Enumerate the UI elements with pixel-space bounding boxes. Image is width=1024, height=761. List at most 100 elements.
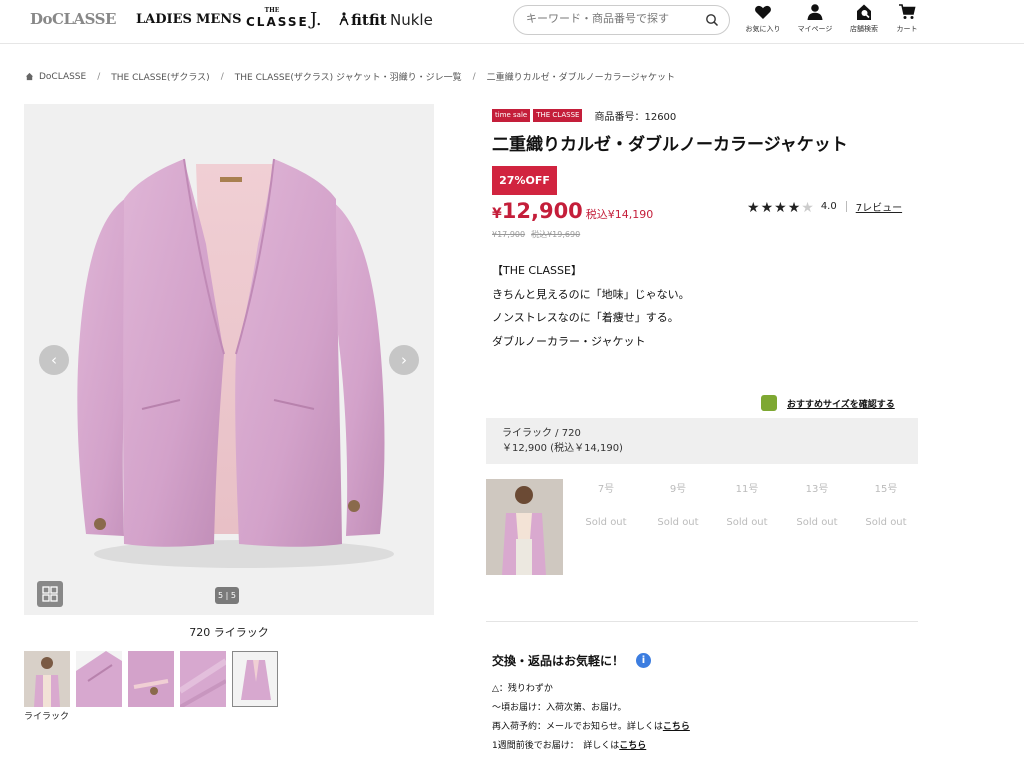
breadcrumb-separator: / xyxy=(472,71,476,82)
brand-badge: THE CLASSE xyxy=(533,109,583,122)
description-line: きちんと見えるのに「地味」じゃない。 xyxy=(492,287,690,301)
original-price-tax: 税込¥19,690 xyxy=(531,230,581,239)
breadcrumb-item[interactable]: DoCLASSE xyxy=(39,72,86,82)
size-status: Sold out xyxy=(585,517,627,528)
chevron-left-icon: ‹ xyxy=(51,351,57,369)
cart-link[interactable]: カート xyxy=(879,3,935,34)
favorites-link[interactable]: お気に入り xyxy=(735,3,791,34)
thumbnail-jacket-selected[interactable] xyxy=(232,651,278,707)
rating-divider xyxy=(845,201,847,212)
user-icon xyxy=(807,4,823,20)
nav-fitfit[interactable]: fitfit xyxy=(338,11,387,29)
next-image-button[interactable]: › xyxy=(389,345,419,375)
store-search-icon xyxy=(857,4,871,20)
size-label: 15号 xyxy=(874,484,898,495)
fabric-thumb-image xyxy=(180,651,226,707)
product-rating: ★★★★★ 4.0 7レビュー xyxy=(747,197,902,216)
brand-classe-bottom: CLASSE xyxy=(246,15,309,29)
color-price: ￥12,900 (税込￥14,190) xyxy=(502,443,623,454)
size-option-13[interactable]: 13号 Sold out xyxy=(782,480,852,528)
search-icon[interactable] xyxy=(705,13,719,27)
breadcrumb-current: 二重織りカルゼ・ダブルノーカラージャケット xyxy=(486,73,676,83)
size-guide-icon xyxy=(761,395,777,411)
jacket-image xyxy=(77,158,394,568)
delivery-details-link[interactable]: こちら xyxy=(619,741,646,751)
size-recommend-label: おすすめサイズを確認する xyxy=(787,399,895,410)
original-price: ¥17,900 税込¥19,690 xyxy=(492,229,586,240)
size-option-7[interactable]: 7号 Sold out xyxy=(571,480,641,528)
site-logo[interactable]: DoCLASSE xyxy=(30,10,116,28)
size-option-9[interactable]: 9号 Sold out xyxy=(643,480,713,528)
price-with-tax: 税込¥14,190 xyxy=(585,208,654,221)
note-line: △：残りわずか xyxy=(492,684,553,694)
note-text: 1週間前後でお届け： 詳しくは xyxy=(492,741,620,751)
color-swatch-image[interactable] xyxy=(486,479,563,575)
restock-details-link[interactable]: こちら xyxy=(663,722,690,732)
site-header: DoCLASSE LADIES MENS THE CLASSE J. fitfi… xyxy=(0,0,1024,44)
size-label: 9号 xyxy=(669,484,687,495)
star-filled-icon: ★ xyxy=(774,200,787,216)
reviews-link[interactable]: 7レビュー xyxy=(856,199,902,214)
cart-label: カート xyxy=(896,25,918,33)
size-status: Sold out xyxy=(865,517,907,528)
product-description: 【THE CLASSE】 きちんと見えるのに「地味」じゃない。 ノンストレスなの… xyxy=(492,259,690,353)
size-label: 11号 xyxy=(735,484,759,495)
note-line: 再入荷予約：メールでお知らせ。詳しくはこちら xyxy=(492,718,690,737)
chevron-right-icon: › xyxy=(401,351,407,369)
size-label: 13号 xyxy=(805,484,829,495)
breadcrumb: DoCLASSE / THE CLASSE(ザクラス) / THE CLASSE… xyxy=(25,70,675,83)
note-line: 1週間前後でお届け： 詳しくはこちら xyxy=(492,737,690,756)
breadcrumb-item[interactable]: THE CLASSE(ザクラス) ジャケット・羽織り・ジレ一覧 xyxy=(235,70,462,83)
size-option-11[interactable]: 11号 Sold out xyxy=(712,480,782,528)
breadcrumb-separator: / xyxy=(220,71,224,82)
brand-classe-top: THE xyxy=(264,7,280,14)
thumbnail-fabric-detail[interactable] xyxy=(180,651,226,707)
nav-j[interactable]: J. xyxy=(310,9,322,30)
thumbnail-sleeve-detail[interactable] xyxy=(128,651,174,707)
rating-score: 4.0 xyxy=(820,201,837,212)
star-filled-icon: ★ xyxy=(787,200,801,216)
exchange-heading-text: 交換・返品はお気軽に！ xyxy=(492,654,625,668)
nav-ladies[interactable]: LADIES xyxy=(136,12,192,27)
breadcrumb-separator: / xyxy=(97,71,101,82)
nav-nukle[interactable]: Nukle xyxy=(390,11,433,29)
size-option-15[interactable]: 15号 Sold out xyxy=(851,480,921,528)
rating-stars: ★★★★★ xyxy=(747,197,815,216)
jacket-thumb-image xyxy=(233,652,277,706)
description-line: ノンストレスなのに「着痩せ」する。 xyxy=(492,311,679,324)
discount-badge: 27%OFF xyxy=(492,166,557,195)
image-pager: 5 | 5 xyxy=(215,587,239,604)
delivery-notes: △：残りわずか 〜頃お届け：入荷次第、お届け。 再入荷予約：メールでお知らせ。詳… xyxy=(492,680,690,756)
price-value: 12,900 xyxy=(501,199,583,223)
prev-image-button[interactable]: ‹ xyxy=(39,345,69,375)
search-box xyxy=(513,5,730,35)
info-icon[interactable]: i xyxy=(636,653,652,668)
size-status: Sold out xyxy=(726,517,768,528)
exchange-heading: 交換・返品はお気軽に！ i xyxy=(492,652,652,669)
description-line: ダブルノーカラー・ジャケット xyxy=(492,334,646,348)
collar-thumb-image xyxy=(76,651,122,707)
model-thumb-image xyxy=(24,651,70,707)
thumbnail-model[interactable] xyxy=(24,651,70,707)
search-input[interactable] xyxy=(526,12,701,25)
product-title: 二重織りカルゼ・ダブルノーカラージャケット xyxy=(492,135,848,155)
nav-the-classe[interactable]: THE CLASSE xyxy=(246,7,309,29)
mypage-link[interactable]: マイページ xyxy=(787,3,843,34)
size-label: 7号 xyxy=(597,484,615,495)
mypage-label: マイページ xyxy=(797,25,833,33)
fitfit-label: fitfit xyxy=(351,11,387,29)
main-product-image[interactable]: ‹ › 5 | 5 xyxy=(24,104,434,615)
favorites-label: お気に入り xyxy=(745,25,781,33)
thumbnail-collar-detail[interactable] xyxy=(76,651,122,707)
nav-mens[interactable]: MENS xyxy=(196,12,242,27)
color-name: ライラック / 720 xyxy=(502,428,581,439)
note-text: 再入荷予約：メールでお知らせ。詳しくは xyxy=(492,722,663,732)
size-recommend-link[interactable]: おすすめサイズを確認する xyxy=(761,395,895,411)
product-number: 商品番号：12600 xyxy=(594,112,677,123)
grid-view-button[interactable] xyxy=(37,581,63,607)
breadcrumb-item[interactable]: THE CLASSE(ザクラス) xyxy=(111,70,209,83)
price-currency: ¥ xyxy=(492,206,502,222)
heart-icon xyxy=(755,5,771,19)
image-caption: 720 ライラック xyxy=(189,626,269,639)
fitfit-figure-icon xyxy=(339,12,349,26)
